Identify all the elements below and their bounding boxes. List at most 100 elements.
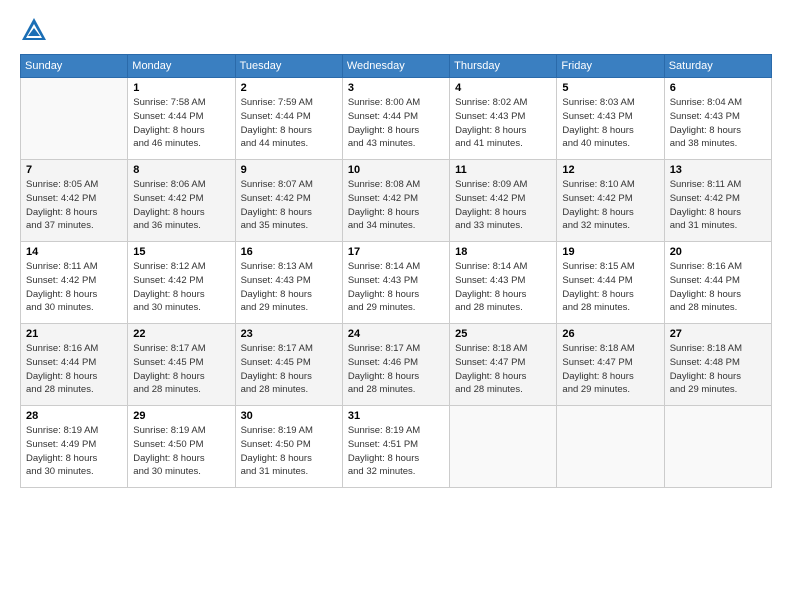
calendar-cell (557, 406, 664, 488)
day-number: 11 (455, 164, 551, 176)
day-number: 18 (455, 246, 551, 258)
calendar-cell: 3 Sunrise: 8:00 AMSunset: 4:44 PMDaylight… (342, 78, 449, 160)
logo (20, 16, 52, 44)
calendar-cell: 5 Sunrise: 8:03 AMSunset: 4:43 PMDaylight… (557, 78, 664, 160)
day-number: 17 (348, 246, 444, 258)
calendar-cell: 16 Sunrise: 8:13 AMSunset: 4:43 PMDayligh… (235, 242, 342, 324)
calendar-cell: 24 Sunrise: 8:17 AMSunset: 4:46 PMDayligh… (342, 324, 449, 406)
calendar-cell: 2Sunrise: 7:59 AMSunset: 4:44 PMDaylight… (235, 78, 342, 160)
day-number: 23 (241, 328, 337, 340)
calendar-cell: 18Sunrise: 8:14 AMSunset: 4:43 PMDayligh… (450, 242, 557, 324)
weekday-header: Thursday (450, 55, 557, 78)
day-info: Sunrise: 8:00 AMSunset: 4:44 PMDaylight:… (348, 96, 444, 151)
day-info: Sunrise: 8:12 AMSunset: 4:42 PMDaylight:… (133, 260, 229, 315)
day-number: 31 (348, 410, 444, 422)
calendar-cell (21, 78, 128, 160)
calendar-cell: 17Sunrise: 8:14 AMSunset: 4:43 PMDayligh… (342, 242, 449, 324)
day-info: Sunrise: 8:16 AMSunset: 4:44 PMDaylight:… (26, 342, 122, 397)
calendar: SundayMondayTuesdayWednesdayThursdayFrid… (20, 54, 772, 488)
day-number: 2 (241, 82, 337, 94)
calendar-week-row: 28 Sunrise: 8:19 AMSunset: 4:49 PMDayligh… (21, 406, 772, 488)
calendar-cell: 1Sunrise: 7:58 AMSunset: 4:44 PMDaylight… (128, 78, 235, 160)
day-number: 28 (26, 410, 122, 422)
weekday-header: Sunday (21, 55, 128, 78)
calendar-cell: 6 Sunrise: 8:04 AMSunset: 4:43 PMDaylight… (664, 78, 771, 160)
header (20, 16, 772, 44)
calendar-week-row: 7 Sunrise: 8:05 AMSunset: 4:42 PMDaylight… (21, 160, 772, 242)
calendar-cell: 27 Sunrise: 8:18 AMSunset: 4:48 PMDayligh… (664, 324, 771, 406)
calendar-cell (450, 406, 557, 488)
day-number: 19 (562, 246, 658, 258)
calendar-header-row: SundayMondayTuesdayWednesdayThursdayFrid… (21, 55, 772, 78)
day-info: Sunrise: 8:17 AMSunset: 4:46 PMDaylight:… (348, 342, 444, 397)
day-number: 30 (241, 410, 337, 422)
day-info: Sunrise: 8:07 AMSunset: 4:42 PMDaylight:… (241, 178, 337, 233)
weekday-header: Monday (128, 55, 235, 78)
calendar-cell: 29 Sunrise: 8:19 AMSunset: 4:50 PMDayligh… (128, 406, 235, 488)
day-info: Sunrise: 8:18 AMSunset: 4:48 PMDaylight:… (670, 342, 766, 397)
day-number: 15 (133, 246, 229, 258)
calendar-week-row: 1Sunrise: 7:58 AMSunset: 4:44 PMDaylight… (21, 78, 772, 160)
day-info: Sunrise: 8:19 AMSunset: 4:49 PMDaylight:… (26, 424, 122, 479)
day-info: Sunrise: 8:11 AMSunset: 4:42 PMDaylight:… (26, 260, 122, 315)
day-info: Sunrise: 8:02 AMSunset: 4:43 PMDaylight:… (455, 96, 551, 151)
day-info: Sunrise: 8:16 AMSunset: 4:44 PMDaylight:… (670, 260, 766, 315)
day-info: Sunrise: 7:58 AMSunset: 4:44 PMDaylight:… (133, 96, 229, 151)
weekday-header: Tuesday (235, 55, 342, 78)
calendar-cell (664, 406, 771, 488)
day-info: Sunrise: 8:19 AMSunset: 4:50 PMDaylight:… (133, 424, 229, 479)
day-info: Sunrise: 8:11 AMSunset: 4:42 PMDaylight:… (670, 178, 766, 233)
day-number: 24 (348, 328, 444, 340)
day-info: Sunrise: 8:09 AMSunset: 4:42 PMDaylight:… (455, 178, 551, 233)
calendar-cell: 20 Sunrise: 8:16 AMSunset: 4:44 PMDayligh… (664, 242, 771, 324)
weekday-header: Saturday (664, 55, 771, 78)
calendar-cell: 19 Sunrise: 8:15 AMSunset: 4:44 PMDayligh… (557, 242, 664, 324)
day-info: Sunrise: 8:17 AMSunset: 4:45 PMDaylight:… (133, 342, 229, 397)
calendar-cell: 14 Sunrise: 8:11 AMSunset: 4:42 PMDayligh… (21, 242, 128, 324)
calendar-cell: 10Sunrise: 8:08 AMSunset: 4:42 PMDayligh… (342, 160, 449, 242)
page: SundayMondayTuesdayWednesdayThursdayFrid… (0, 0, 792, 612)
day-info: Sunrise: 8:13 AMSunset: 4:43 PMDaylight:… (241, 260, 337, 315)
calendar-cell: 8 Sunrise: 8:06 AMSunset: 4:42 PMDaylight… (128, 160, 235, 242)
calendar-cell: 31 Sunrise: 8:19 AMSunset: 4:51 PMDayligh… (342, 406, 449, 488)
day-number: 26 (562, 328, 658, 340)
day-info: Sunrise: 8:19 AMSunset: 4:51 PMDaylight:… (348, 424, 444, 479)
day-number: 29 (133, 410, 229, 422)
day-info: Sunrise: 8:18 AMSunset: 4:47 PMDaylight:… (562, 342, 658, 397)
day-number: 27 (670, 328, 766, 340)
day-number: 5 (562, 82, 658, 94)
day-info: Sunrise: 8:10 AMSunset: 4:42 PMDaylight:… (562, 178, 658, 233)
day-info: Sunrise: 8:18 AMSunset: 4:47 PMDaylight:… (455, 342, 551, 397)
day-number: 8 (133, 164, 229, 176)
calendar-cell: 21Sunrise: 8:16 AMSunset: 4:44 PMDayligh… (21, 324, 128, 406)
calendar-cell: 9 Sunrise: 8:07 AMSunset: 4:42 PMDaylight… (235, 160, 342, 242)
day-number: 3 (348, 82, 444, 94)
day-info: Sunrise: 8:06 AMSunset: 4:42 PMDaylight:… (133, 178, 229, 233)
calendar-cell: 13 Sunrise: 8:11 AMSunset: 4:42 PMDayligh… (664, 160, 771, 242)
day-info: Sunrise: 8:03 AMSunset: 4:43 PMDaylight:… (562, 96, 658, 151)
calendar-cell: 25 Sunrise: 8:18 AMSunset: 4:47 PMDayligh… (450, 324, 557, 406)
day-number: 14 (26, 246, 122, 258)
logo-icon (20, 16, 48, 44)
day-number: 16 (241, 246, 337, 258)
day-info: Sunrise: 8:17 AMSunset: 4:45 PMDaylight:… (241, 342, 337, 397)
day-number: 25 (455, 328, 551, 340)
calendar-cell: 12 Sunrise: 8:10 AMSunset: 4:42 PMDayligh… (557, 160, 664, 242)
day-info: Sunrise: 8:04 AMSunset: 4:43 PMDaylight:… (670, 96, 766, 151)
day-number: 10 (348, 164, 444, 176)
day-number: 6 (670, 82, 766, 94)
day-number: 20 (670, 246, 766, 258)
day-info: Sunrise: 8:05 AMSunset: 4:42 PMDaylight:… (26, 178, 122, 233)
calendar-cell: 22Sunrise: 8:17 AMSunset: 4:45 PMDayligh… (128, 324, 235, 406)
calendar-cell: 28 Sunrise: 8:19 AMSunset: 4:49 PMDayligh… (21, 406, 128, 488)
day-info: Sunrise: 8:15 AMSunset: 4:44 PMDaylight:… (562, 260, 658, 315)
calendar-week-row: 14 Sunrise: 8:11 AMSunset: 4:42 PMDayligh… (21, 242, 772, 324)
calendar-week-row: 21Sunrise: 8:16 AMSunset: 4:44 PMDayligh… (21, 324, 772, 406)
day-number: 7 (26, 164, 122, 176)
day-number: 13 (670, 164, 766, 176)
calendar-cell: 11 Sunrise: 8:09 AMSunset: 4:42 PMDayligh… (450, 160, 557, 242)
day-number: 9 (241, 164, 337, 176)
day-number: 12 (562, 164, 658, 176)
calendar-cell: 26 Sunrise: 8:18 AMSunset: 4:47 PMDayligh… (557, 324, 664, 406)
calendar-cell: 15 Sunrise: 8:12 AMSunset: 4:42 PMDayligh… (128, 242, 235, 324)
